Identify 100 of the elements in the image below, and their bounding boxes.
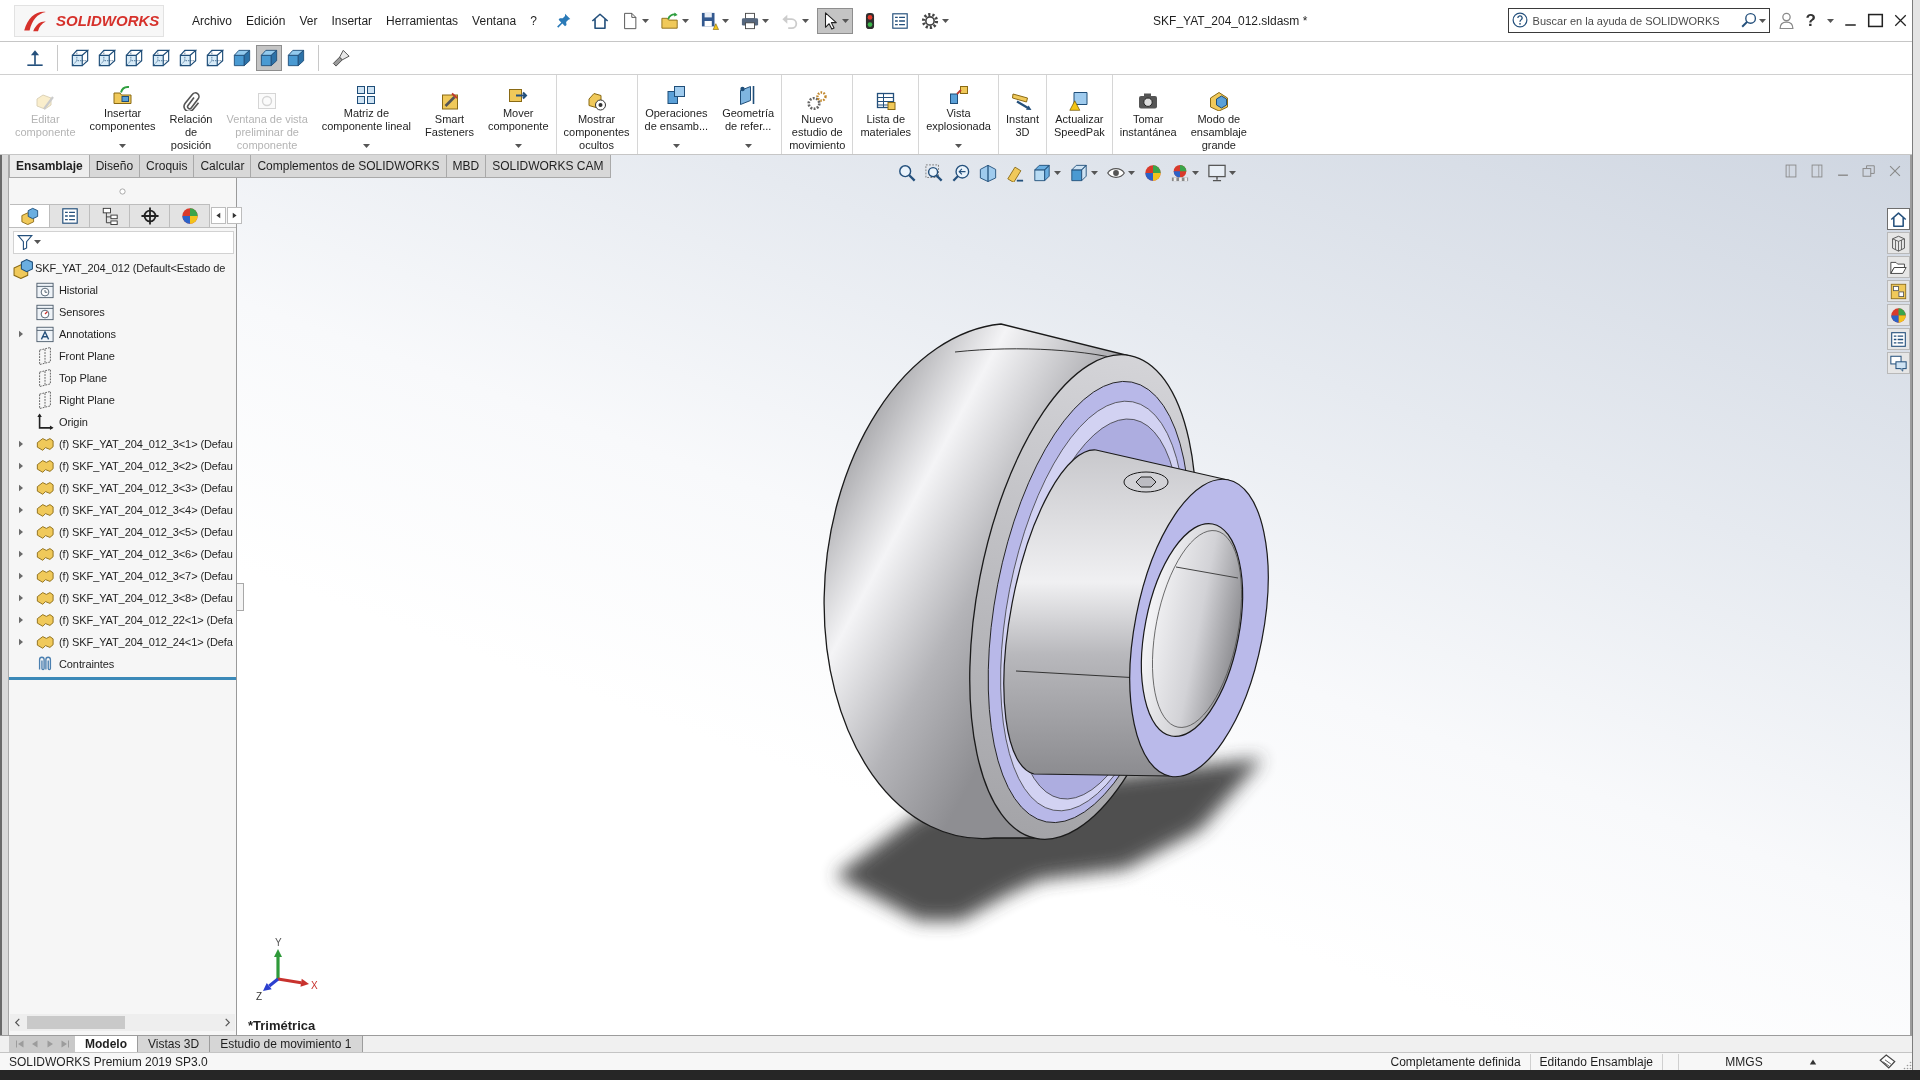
tree-item[interactable]: (f) SKF_YAT_204_012_3<6> (Defau — [9, 543, 236, 565]
caret-icon[interactable] — [841, 18, 849, 23]
command-button[interactable]: Operaciones de ensamb... — [637, 79, 716, 150]
caret-icon[interactable] — [1758, 19, 1766, 23]
tree-item[interactable]: Contraintes — [9, 653, 236, 675]
tab[interactable]: Vistas 3D — [138, 1036, 211, 1052]
command-button[interactable]: Insertar componentes — [82, 79, 163, 150]
tab[interactable]: Diseño — [89, 155, 141, 178]
chevron-left-icon[interactable] — [13, 1018, 22, 1027]
command-button[interactable]: Relación de posición — [162, 79, 220, 150]
caret-icon[interactable] — [941, 18, 949, 23]
caret-icon[interactable] — [1091, 171, 1098, 175]
command-button[interactable]: Actualizar SpeedPak — [1047, 79, 1112, 150]
pin-icon[interactable] — [555, 13, 571, 28]
tree-item[interactable]: Top Plane — [9, 367, 236, 389]
tree-item[interactable]: SKF_YAT_204_012 (Default<Estado de — [9, 257, 236, 279]
caret-icon[interactable] — [672, 144, 680, 148]
tree-item[interactable]: Annotations — [9, 323, 236, 345]
scroll-left-button[interactable] — [211, 207, 226, 224]
tree-item[interactable]: Historial — [9, 279, 236, 301]
close-icon[interactable] — [1893, 13, 1908, 28]
toolbar-button[interactable] — [816, 7, 853, 34]
caret-icon[interactable] — [681, 18, 689, 23]
expand-arrow-icon[interactable] — [17, 616, 25, 624]
panel-tab[interactable] — [130, 204, 170, 227]
tab[interactable]: Estudio de movimiento 1 — [210, 1036, 363, 1052]
grip-dot-icon[interactable] — [119, 187, 126, 195]
tree-item[interactable]: Right Plane — [9, 389, 236, 411]
expand-arrow-icon[interactable] — [17, 572, 25, 580]
menu-item[interactable]: Ventana — [465, 13, 524, 28]
tree-item[interactable]: (f) SKF_YAT_204_012_3<1> (Defau — [9, 433, 236, 455]
chevron-right-icon[interactable] — [223, 1018, 232, 1027]
expand-arrow-icon[interactable] — [17, 484, 25, 492]
filter-field[interactable] — [13, 230, 234, 254]
caret-icon[interactable] — [119, 144, 127, 148]
command-button[interactable]: Geometría de refer... — [715, 79, 782, 150]
units-selector[interactable]: MMGS — [1679, 1054, 1809, 1069]
menu-item[interactable]: Insertar — [324, 13, 380, 28]
command-button[interactable]: Mover componente — [480, 79, 556, 150]
command-button[interactable]: Nuevo estudio de movimiento — [782, 79, 853, 150]
task-pane-tab[interactable] — [1887, 256, 1910, 278]
search-icon[interactable] — [1740, 12, 1757, 28]
task-pane-tab[interactable] — [1887, 328, 1910, 350]
tree-item[interactable]: Sensores — [9, 301, 236, 323]
expand-arrow-icon[interactable] — [17, 506, 25, 514]
tree-item[interactable]: (f) SKF_YAT_204_012_3<4> (Defau — [9, 499, 236, 521]
caret-up-icon[interactable] — [1809, 1057, 1817, 1066]
tree-item[interactable]: (f) SKF_YAT_204_012_3<2> (Defau — [9, 455, 236, 477]
menu-item[interactable]: Archivo — [185, 13, 239, 28]
menu-item[interactable]: Ver — [292, 13, 325, 28]
tab[interactable]: Complementos de SOLIDWORKS — [251, 155, 447, 178]
tree-item[interactable]: Origin — [9, 411, 236, 433]
caret-icon[interactable] — [1827, 18, 1834, 23]
menu-item[interactable]: ? — [523, 13, 544, 28]
caret-icon[interactable] — [744, 144, 752, 148]
tree-item[interactable]: (f) SKF_YAT_204_012_22<1> (Defa — [9, 609, 236, 631]
tab[interactable]: SOLIDWORKS CAM — [486, 155, 611, 178]
command-button[interactable]: Tomar instantánea — [1112, 79, 1184, 150]
caret-icon[interactable] — [362, 144, 370, 148]
tree-item[interactable]: (f) SKF_YAT_204_012_3<5> (Defau — [9, 521, 236, 543]
scroll-right-button[interactable] — [227, 207, 242, 224]
tab[interactable]: Ensamblaje — [9, 155, 90, 178]
expand-arrow-icon[interactable] — [17, 440, 25, 448]
tree-item[interactable]: (f) SKF_YAT_204_012_3<8> (Defau — [9, 587, 236, 609]
user-icon[interactable] — [1777, 12, 1795, 29]
expand-arrow-icon[interactable] — [17, 638, 25, 646]
expand-arrow-icon[interactable] — [17, 528, 25, 536]
task-pane-tab[interactable] — [1887, 352, 1910, 374]
menu-item[interactable]: Herramientas — [379, 13, 466, 28]
command-button[interactable]: Smart Fasteners — [418, 79, 481, 150]
panel-resize-handle[interactable] — [237, 583, 244, 611]
caret-icon[interactable] — [514, 144, 522, 148]
command-button[interactable]: Modo de ensamblaje grande — [1183, 79, 1254, 150]
caret-icon[interactable] — [1054, 171, 1061, 175]
tab[interactable]: MBD — [446, 155, 487, 178]
tree-item[interactable]: (f) SKF_YAT_204_012_3<3> (Defau — [9, 477, 236, 499]
command-button[interactable]: Mostrar componentes ocultos — [556, 79, 637, 150]
caret-icon[interactable] — [1192, 171, 1199, 175]
expand-arrow-icon[interactable] — [17, 594, 25, 602]
task-pane-tab[interactable] — [1887, 280, 1910, 302]
caret-icon[interactable] — [34, 240, 41, 244]
expand-arrow-icon[interactable] — [17, 550, 25, 558]
caret-icon[interactable] — [1229, 171, 1236, 175]
caret-icon[interactable] — [955, 144, 963, 148]
expand-arrow-icon[interactable] — [17, 462, 25, 470]
command-button[interactable]: Vista explosionada — [919, 79, 998, 150]
caret-icon[interactable] — [1128, 171, 1135, 175]
tree-item[interactable]: Front Plane — [9, 345, 236, 367]
tree-item[interactable]: (f) SKF_YAT_204_012_24<1> (Defa — [9, 631, 236, 653]
command-button[interactable]: Instant 3D — [998, 79, 1046, 150]
tab[interactable]: Calcular — [194, 155, 252, 178]
tag-icon[interactable] — [1879, 1053, 1896, 1070]
help-button[interactable]: ? — [1803, 10, 1818, 31]
command-button[interactable]: Matriz de componente lineal — [314, 79, 419, 150]
panel-tab[interactable] — [90, 204, 130, 227]
tab[interactable]: Croquis — [140, 155, 195, 178]
maximize-icon[interactable] — [1867, 12, 1884, 29]
tab[interactable]: Modelo — [75, 1036, 138, 1052]
caret-icon[interactable] — [641, 18, 649, 23]
expand-arrow-icon[interactable] — [17, 330, 25, 338]
